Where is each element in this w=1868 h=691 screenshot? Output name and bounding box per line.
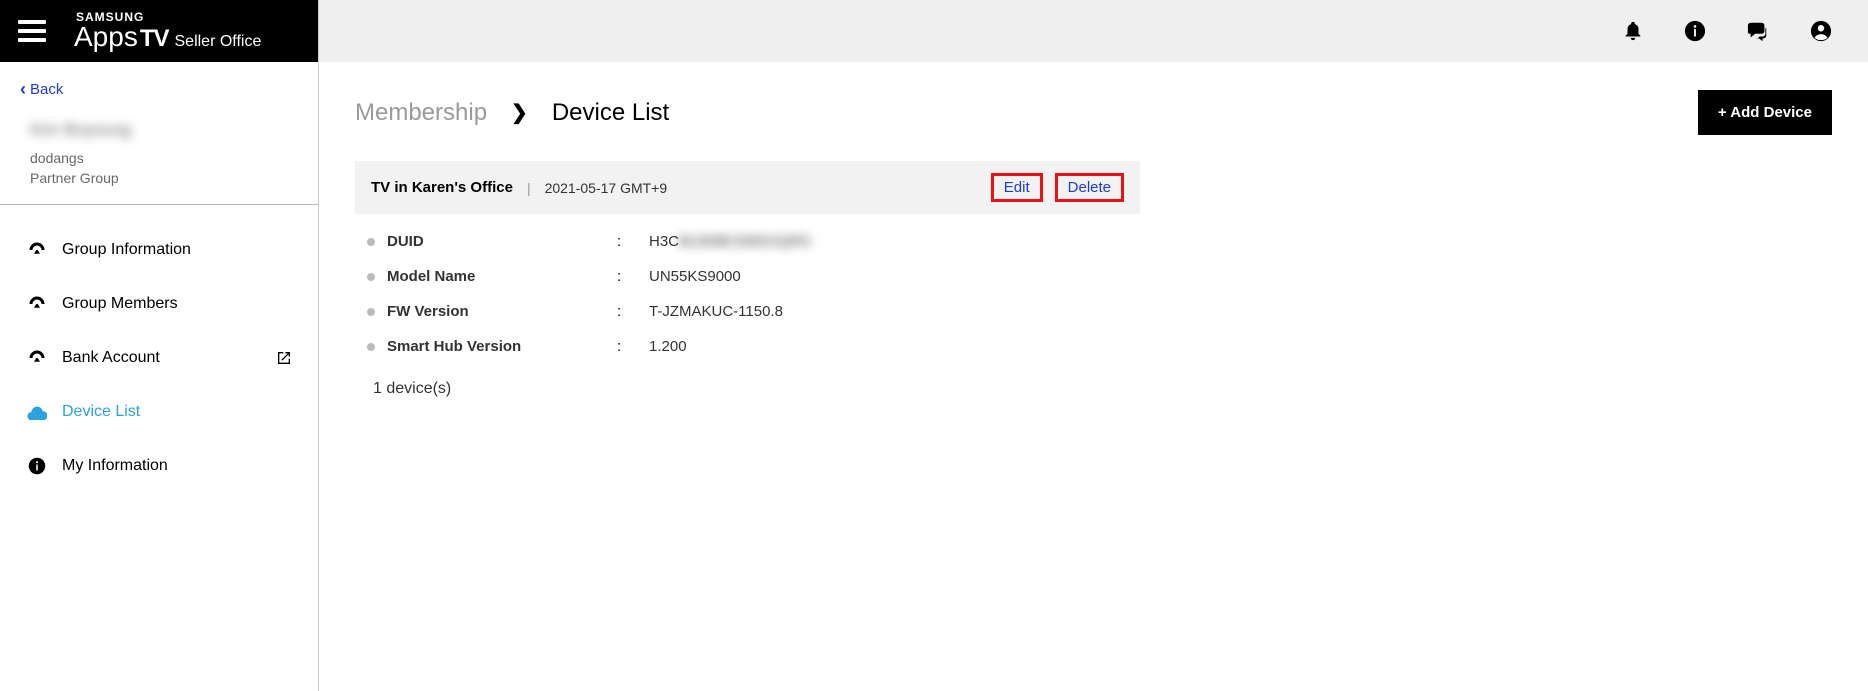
user-block: Kim Boyoung dodangs Partner Group bbox=[0, 110, 318, 205]
device-date: 2021-05-17 GMT+9 bbox=[545, 180, 668, 196]
detail-row: DUID : H3CB13DBCDEEXQRS bbox=[363, 224, 1132, 259]
brand-tv: TV bbox=[140, 27, 169, 51]
cloud-icon bbox=[26, 404, 48, 420]
page-header: Membership ❯ Device List + Add Device bbox=[355, 90, 1832, 135]
breadcrumb: Membership ❯ Device List bbox=[355, 99, 669, 127]
bullet-icon bbox=[367, 238, 375, 246]
detail-value: UN55KS9000 bbox=[649, 268, 741, 285]
sidebar: SAMSUNG Apps TV Seller Office ‹ Back Kim… bbox=[0, 0, 319, 691]
content: Membership ❯ Device List + Add Device TV… bbox=[319, 62, 1868, 442]
back-link[interactable]: ‹ Back bbox=[0, 62, 318, 110]
sidebar-item-label: Group Members bbox=[62, 295, 178, 313]
bullet-icon bbox=[367, 273, 375, 281]
device-details: DUID : H3CB13DBCDEEXQRS Model Name : UN5… bbox=[355, 214, 1140, 364]
sidebar-item-bank-account[interactable]: Bank Account bbox=[0, 331, 318, 385]
user-name: Kim Boyoung bbox=[30, 120, 288, 140]
sidebar-header: SAMSUNG Apps TV Seller Office bbox=[0, 0, 318, 62]
brand-logo[interactable]: SAMSUNG Apps TV Seller Office bbox=[74, 11, 261, 51]
user-org: dodangs bbox=[30, 150, 288, 166]
device-card: TV in Karen's Office | 2021-05-17 GMT+9 … bbox=[355, 161, 1140, 414]
detail-value: T-JZMAKUC-1150.8 bbox=[649, 303, 783, 320]
chat-icon[interactable] bbox=[1746, 20, 1770, 42]
info-icon[interactable] bbox=[1684, 20, 1706, 42]
device-count: 1 device(s) bbox=[355, 364, 1140, 414]
sidebar-item-my-information[interactable]: My Information bbox=[0, 439, 318, 493]
bell-icon[interactable] bbox=[1622, 19, 1644, 43]
breadcrumb-root[interactable]: Membership bbox=[355, 99, 487, 127]
detail-value: H3CB13DBCDEEXQRS bbox=[649, 233, 811, 250]
info-icon bbox=[26, 457, 48, 475]
detail-label: Smart Hub Version bbox=[387, 338, 617, 355]
detail-row: Model Name : UN55KS9000 bbox=[363, 259, 1132, 294]
back-label: Back bbox=[30, 81, 63, 98]
bullet-icon bbox=[367, 343, 375, 351]
sidebar-item-label: My Information bbox=[62, 457, 168, 475]
device-title: TV in Karen's Office bbox=[371, 179, 513, 196]
edit-button[interactable]: Edit bbox=[991, 173, 1043, 202]
delete-button[interactable]: Delete bbox=[1055, 173, 1124, 202]
chevron-left-icon: ‹ bbox=[20, 80, 26, 98]
brand-seller: Seller Office bbox=[175, 34, 262, 50]
detail-row: Smart Hub Version : 1.200 bbox=[363, 329, 1132, 364]
menu-icon[interactable] bbox=[18, 20, 46, 42]
user-icon[interactable] bbox=[1810, 20, 1832, 42]
sidebar-item-label: Device List bbox=[62, 403, 140, 421]
topbar bbox=[319, 0, 1868, 62]
dashboard-icon bbox=[26, 349, 48, 367]
device-card-header: TV in Karen's Office | 2021-05-17 GMT+9 … bbox=[355, 161, 1140, 214]
detail-label: Model Name bbox=[387, 268, 617, 285]
external-link-icon bbox=[276, 350, 292, 366]
brand-apps: Apps bbox=[74, 23, 138, 51]
bullet-icon bbox=[367, 308, 375, 316]
detail-row: FW Version : T-JZMAKUC-1150.8 bbox=[363, 294, 1132, 329]
sidebar-nav: Group Information Group Members Bank Acc… bbox=[0, 205, 318, 493]
sidebar-item-device-list[interactable]: Device List bbox=[0, 385, 318, 439]
detail-value: 1.200 bbox=[649, 338, 687, 355]
sidebar-item-group-members[interactable]: Group Members bbox=[0, 277, 318, 331]
separator: | bbox=[527, 180, 531, 196]
chevron-right-icon: ❯ bbox=[511, 100, 528, 125]
user-role: Partner Group bbox=[30, 170, 288, 186]
sidebar-item-label: Group Information bbox=[62, 241, 191, 259]
detail-label: FW Version bbox=[387, 303, 617, 320]
add-device-button[interactable]: + Add Device bbox=[1698, 90, 1832, 135]
dashboard-icon bbox=[26, 241, 48, 259]
sidebar-item-label: Bank Account bbox=[62, 349, 160, 367]
sidebar-item-group-information[interactable]: Group Information bbox=[0, 223, 318, 277]
main: Membership ❯ Device List + Add Device TV… bbox=[319, 0, 1868, 691]
detail-label: DUID bbox=[387, 233, 617, 250]
breadcrumb-current: Device List bbox=[552, 99, 669, 127]
dashboard-icon bbox=[26, 295, 48, 313]
